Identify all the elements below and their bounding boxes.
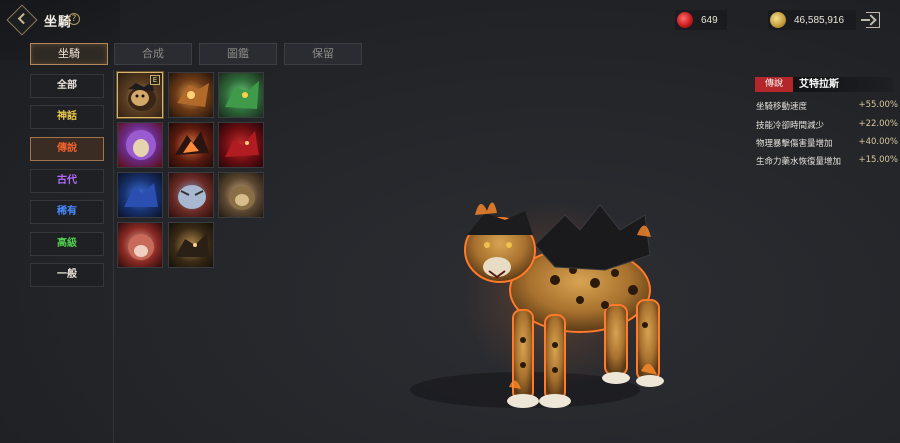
red-dragon-mount-icon	[225, 131, 259, 157]
grade-ancient[interactable]: 古代	[30, 169, 104, 193]
gold-amount: 46,585,916	[794, 14, 845, 26]
stat-label: 物理暴擊傷害量增加	[756, 139, 833, 149]
muzzle	[483, 257, 511, 277]
mount-thumbnail[interactable]	[218, 72, 264, 118]
stat-label: 坐騎移動速度	[756, 102, 808, 112]
mount-thumbnail[interactable]	[168, 72, 214, 118]
stat-row: 物理暴擊傷害量增加 +40.00%	[756, 137, 898, 150]
stat-value: +22.00%	[858, 119, 898, 129]
tiger-mount-icon	[178, 185, 206, 209]
mount-thumbnail[interactable]	[168, 172, 214, 218]
mount-thumbnail[interactable]	[117, 172, 163, 218]
stat-label: 技能冷卻時間減少	[756, 121, 825, 131]
ruby-gem-icon	[677, 12, 693, 28]
eye	[484, 242, 490, 248]
mount-preview[interactable]	[405, 175, 695, 435]
gold-coin-icon	[770, 12, 786, 28]
gem-currency: 649	[675, 10, 727, 30]
griffin-mount-icon	[177, 83, 209, 107]
paw	[636, 375, 664, 387]
grade-all[interactable]: 全部	[30, 74, 104, 98]
gem-amount: 649	[701, 14, 718, 26]
back-chevron-icon	[17, 12, 30, 25]
mount-thumbnail[interactable]: E	[117, 72, 163, 118]
tab-mount[interactable]: 坐騎	[30, 43, 108, 65]
paw	[602, 372, 630, 384]
exit-icon[interactable]	[861, 12, 880, 28]
eye	[506, 242, 512, 248]
beast-mount-icon	[229, 186, 255, 210]
tab-collection[interactable]: 圖鑑	[199, 43, 277, 65]
tab-synthesis[interactable]: 合成	[114, 43, 192, 65]
paw	[507, 394, 539, 408]
blue-wolf-mount-icon	[124, 183, 158, 207]
mount-thumbnail[interactable]	[218, 172, 264, 218]
mount-thumbnail[interactable]	[168, 222, 214, 268]
grade-rare[interactable]: 稀有	[30, 200, 104, 224]
mount-thumbnail[interactable]	[168, 122, 214, 168]
rank-tag: 傳說	[755, 77, 793, 92]
stat-value: +55.00%	[858, 100, 898, 110]
stat-row: 坐騎移動速度 +55.00%	[756, 100, 898, 113]
mount-thumbnail[interactable]	[117, 222, 163, 268]
dark-beast-mount-icon	[175, 233, 209, 257]
help-icon[interactable]: ?	[68, 13, 80, 25]
front-leg	[544, 314, 566, 401]
stat-row: 生命力藥水恢復量增加 +15.00%	[756, 155, 898, 168]
fire-wolf-mount-icon	[175, 131, 209, 155]
lion-mount-icon	[126, 130, 156, 160]
grade-legendary[interactable]: 傳說	[30, 137, 104, 161]
equipped-badge: E	[150, 75, 160, 85]
stat-row: 技能冷卻時間減少 +22.00%	[756, 119, 898, 132]
dragon-mount-icon	[225, 81, 259, 109]
gold-currency: 46,585,916	[768, 10, 856, 30]
grade-mythic[interactable]: 神話	[30, 105, 104, 129]
paw	[539, 394, 571, 408]
mount-thumbnail[interactable]	[218, 122, 264, 168]
mount-name: 艾特拉斯	[793, 77, 893, 92]
stat-value: +15.00%	[858, 155, 898, 165]
stat-label: 生命力藥水恢復量增加	[756, 157, 842, 167]
mount-thumbnail[interactable]	[117, 122, 163, 168]
crimson-beast-mount-icon	[128, 234, 154, 260]
hind-leg	[604, 304, 628, 376]
tab-reserve[interactable]: 保留	[284, 43, 362, 65]
grade-advanced[interactable]: 高級	[30, 232, 104, 256]
grade-common[interactable]: 一般	[30, 263, 104, 287]
stat-value: +40.00%	[858, 137, 898, 147]
